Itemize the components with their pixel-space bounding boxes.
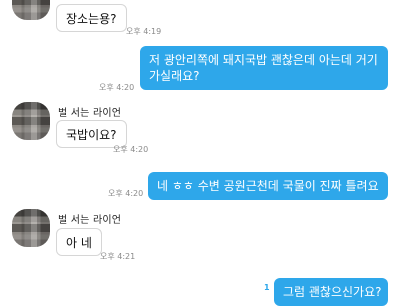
message-bubble: 아 네 (56, 228, 102, 256)
message-time: 오후 4:19 (126, 27, 162, 36)
avatar[interactable] (12, 209, 50, 247)
message-bubble: 그럼 괜찮으신가요? (274, 278, 388, 306)
message-bubble: 네 ㅎㅎ 수변 공원근천데 국물이 진짜 틀려요 (148, 172, 388, 200)
sender-name: 벌 서는 라이언 (58, 215, 122, 226)
avatar[interactable] (12, 102, 50, 140)
message-time: 오후 4:20 (99, 83, 135, 92)
message-time: 오후 4:20 (113, 145, 149, 154)
sender-name: 벌 서는 라이언 (58, 108, 122, 119)
message-bubble: 저 광안리쪽에 돼지국밥 괜찮은데 아는데 거기 가실래요? (140, 46, 388, 90)
unread-count: 1 (264, 283, 270, 292)
message-time: 오후 4:20 (108, 189, 144, 198)
message-bubble: 장소는용? (56, 4, 127, 32)
message-time: 오후 4:21 (100, 252, 136, 261)
avatar[interactable] (12, 0, 50, 20)
